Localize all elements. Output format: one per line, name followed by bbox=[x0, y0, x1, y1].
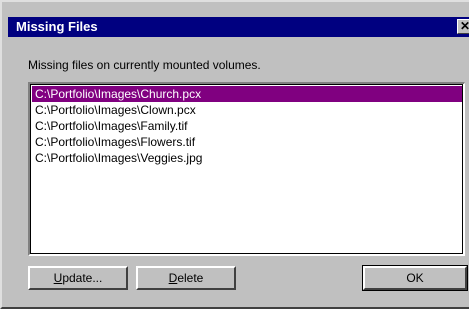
ok-label: OK bbox=[406, 271, 424, 285]
missing-files-list[interactable]: C:\Portfolio\Images\Church.pcx C:\Portfo… bbox=[28, 82, 465, 256]
list-item[interactable]: C:\Portfolio\Images\Clown.pcx bbox=[32, 102, 462, 118]
close-icon: ✕ bbox=[460, 19, 469, 33]
update-button[interactable]: Update... bbox=[28, 266, 128, 290]
list-item[interactable]: C:\Portfolio\Images\Veggies.jpg bbox=[32, 150, 462, 166]
missing-files-dialog: Missing Files ✕ Missing files on current… bbox=[0, 0, 469, 309]
ok-button[interactable]: OK bbox=[362, 265, 468, 291]
title-bar[interactable]: Missing Files ✕ bbox=[8, 17, 469, 37]
update-accel-key: U bbox=[53, 271, 63, 285]
list-item[interactable]: C:\Portfolio\Images\Flowers.tif bbox=[32, 134, 462, 150]
dialog-title: Missing Files bbox=[16, 19, 98, 34]
list-item[interactable]: C:\Portfolio\Images\Church.pcx bbox=[32, 86, 462, 102]
update-label: pdate... bbox=[62, 271, 103, 285]
delete-button[interactable]: Delete bbox=[136, 266, 236, 290]
delete-accel-key: D bbox=[168, 271, 178, 285]
delete-label: elete bbox=[177, 271, 204, 285]
list-item[interactable]: C:\Portfolio\Images\Family.tif bbox=[32, 118, 462, 134]
message-label: Missing files on currently mounted volum… bbox=[28, 58, 261, 72]
list-items: C:\Portfolio\Images\Church.pcx C:\Portfo… bbox=[32, 86, 462, 166]
close-button[interactable]: ✕ bbox=[457, 19, 469, 34]
